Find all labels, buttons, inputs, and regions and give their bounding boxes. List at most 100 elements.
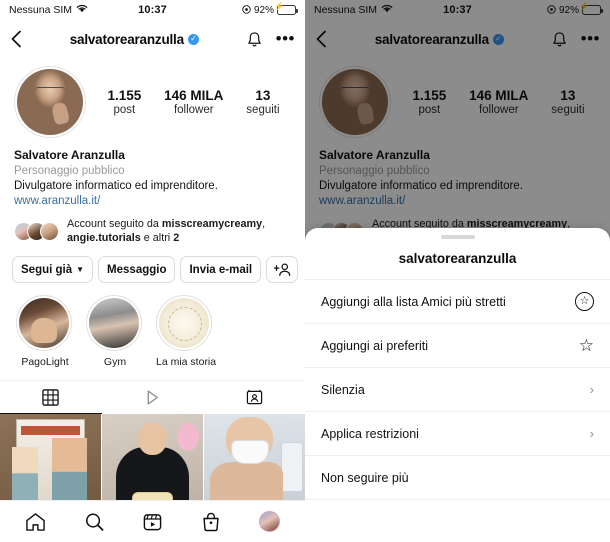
sheet-item-close-friends[interactable]: Aggiungi alla lista Amici più stretti ☆ — [305, 280, 610, 324]
stat-value: 13 — [255, 88, 271, 103]
profile-description: Divulgatore informatico ed imprenditore. — [14, 180, 218, 192]
stat-label: seguiti — [246, 104, 280, 116]
send-email-label: Invia e-mail — [189, 263, 253, 276]
tab-reels[interactable] — [102, 381, 204, 414]
follow-state-label: Segui già — [21, 263, 73, 276]
mutual-separator: , — [262, 218, 266, 231]
stat-label: post — [113, 104, 136, 116]
highlight-ring — [16, 295, 72, 352]
chevron-right-icon: › — [589, 382, 594, 397]
options-bottom-sheet: salvatorearanzulla Aggiungi alla lista A… — [305, 228, 610, 542]
message-label: Messaggio — [107, 263, 167, 276]
charging-bolt-icon: ⚡ — [274, 2, 284, 11]
home-icon[interactable] — [25, 512, 46, 532]
sheet-item-restrict[interactable]: Applica restrizioni › — [305, 412, 610, 456]
highlight-cover — [19, 298, 69, 349]
mutual-prefix: Account seguito da — [67, 218, 162, 231]
mutual-name-2: angie.tutorials — [67, 232, 141, 245]
avatar-image — [17, 69, 83, 135]
shop-bag-icon[interactable] — [201, 512, 221, 532]
battery-icon: ⚡ — [274, 2, 298, 15]
phone-left-profile-screen: Nessuna SIM 10:37 92% ⚡ salvatorearanzul… — [0, 0, 305, 542]
mutual-name-1: misscreamycreamy — [161, 218, 263, 231]
header-title-group: salvatorearanzulla ✓ — [28, 32, 241, 47]
highlight-la-mia-storia[interactable]: La mia storia — [156, 295, 217, 369]
highlight-gym[interactable]: Gym — [86, 295, 144, 368]
verified-badge-icon: ✓ — [187, 33, 199, 45]
star-icon: ☆ — [578, 336, 594, 355]
profile-action-buttons: Segui già ▼ Messaggio Invia e-mail — [0, 245, 305, 284]
chevron-down-icon: ▼ — [76, 265, 85, 275]
status-bar-left: Nessuna SIM 10:37 92% ⚡ — [0, 0, 305, 20]
phone-right-options-sheet: Nessuna SIM 10:37 92% ⚡ salvatorearanzul… — [305, 0, 610, 542]
follow-state-button[interactable]: Segui già ▼ — [12, 256, 94, 284]
sheet-item-label: Aggiungi alla lista Amici più stretti — [321, 294, 506, 309]
sheet-item-favorites[interactable]: Aggiungi ai preferiti ☆ — [305, 324, 610, 368]
location-services-icon — [242, 4, 251, 16]
sheet-item-mute[interactable]: Silenzia › — [305, 368, 610, 412]
tab-tagged[interactable] — [203, 381, 305, 414]
profile-summary: 1.155 post 146 MILA follower 13 seguiti — [0, 58, 305, 138]
page-title: salvatorearanzulla — [69, 31, 184, 47]
mutual-avatars — [14, 221, 59, 241]
profile-stats: 1.155 post 146 MILA follower 13 seguiti — [86, 88, 291, 116]
highlight-cover — [89, 298, 139, 349]
stat-value: 1.155 — [107, 88, 142, 103]
highlight-pagolight[interactable]: PagoLight — [16, 295, 74, 368]
sheet-item-label: Non seguire più — [321, 470, 409, 485]
add-person-button[interactable] — [266, 256, 299, 284]
highlight-label: La mia storia — [156, 356, 217, 369]
two-phone-comparison: Nessuna SIM 10:37 92% ⚡ salvatorearanzul… — [0, 0, 610, 542]
send-email-button[interactable]: Invia e-mail — [180, 256, 262, 284]
sheet-item-unfollow[interactable]: Non seguire più — [305, 456, 610, 500]
play-triangle-icon — [147, 390, 158, 405]
wifi-icon — [76, 4, 88, 16]
sheet-title: salvatorearanzulla — [305, 239, 610, 280]
more-options-icon[interactable]: ••• — [276, 30, 295, 46]
profile-tabs — [0, 380, 305, 415]
profile-link[interactable]: www.aranzulla.it/ — [14, 194, 291, 209]
profile-full-name: Salvatore Aranzulla — [14, 148, 125, 162]
star-glyph: ☆ — [579, 295, 590, 307]
highlight-ring — [156, 295, 212, 352]
status-bar-right-group: 92% ⚡ — [201, 2, 298, 16]
add-person-icon — [273, 263, 290, 277]
highlight-ring — [86, 295, 142, 352]
chevron-right-icon: › — [589, 426, 594, 441]
carrier-label: Nessuna SIM — [9, 4, 73, 16]
star-in-circle-icon: ☆ — [575, 292, 594, 311]
sheet-item-label: Silenzia — [321, 382, 365, 397]
mutual-followers[interactable]: Account seguito da misscreamycreamy, ang… — [0, 209, 305, 245]
highlight-label: PagoLight — [21, 356, 69, 369]
highlight-label: Gym — [103, 356, 127, 369]
mutual-suffix: e altri — [140, 232, 174, 245]
search-icon[interactable] — [84, 512, 105, 532]
avatar[interactable] — [14, 66, 86, 138]
clock: 10:37 — [138, 4, 167, 16]
mutual-count: 2 — [173, 232, 180, 245]
profile-header-left: salvatorearanzulla ✓ ••• — [0, 20, 305, 58]
battery-percent-label: 92% — [253, 4, 274, 16]
highlight-cover — [159, 298, 209, 349]
sheet-item-label: Applica restrizioni — [321, 426, 419, 441]
reels-icon[interactable] — [142, 512, 163, 532]
mutual-followers-text: Account seguito da misscreamycreamy, ang… — [67, 217, 291, 245]
avatar — [40, 221, 59, 241]
tagged-person-icon — [246, 390, 262, 405]
stat-posts[interactable]: 1.155 post — [107, 88, 141, 116]
profile-bio: Salvatore Aranzulla Personaggio pubblico… — [0, 138, 305, 209]
stat-following[interactable]: 13 seguiti — [246, 88, 279, 116]
sheet-item-label: Aggiungi ai preferiti — [321, 338, 429, 353]
message-button[interactable]: Messaggio — [98, 256, 176, 284]
stat-value: 146 MILA — [164, 88, 224, 103]
bottom-navigation-left — [0, 500, 305, 542]
grid-icon — [42, 389, 60, 407]
profile-category: Personaggio pubblico — [14, 164, 125, 177]
stat-followers[interactable]: 146 MILA follower — [164, 88, 223, 116]
profile-avatar-icon[interactable] — [259, 511, 281, 532]
stat-label: follower — [173, 104, 214, 116]
tab-grid[interactable] — [0, 381, 102, 415]
header-actions: ••• — [247, 30, 295, 48]
bell-icon[interactable] — [247, 31, 262, 48]
story-highlights: PagoLight Gym La mia storia — [0, 283, 305, 368]
